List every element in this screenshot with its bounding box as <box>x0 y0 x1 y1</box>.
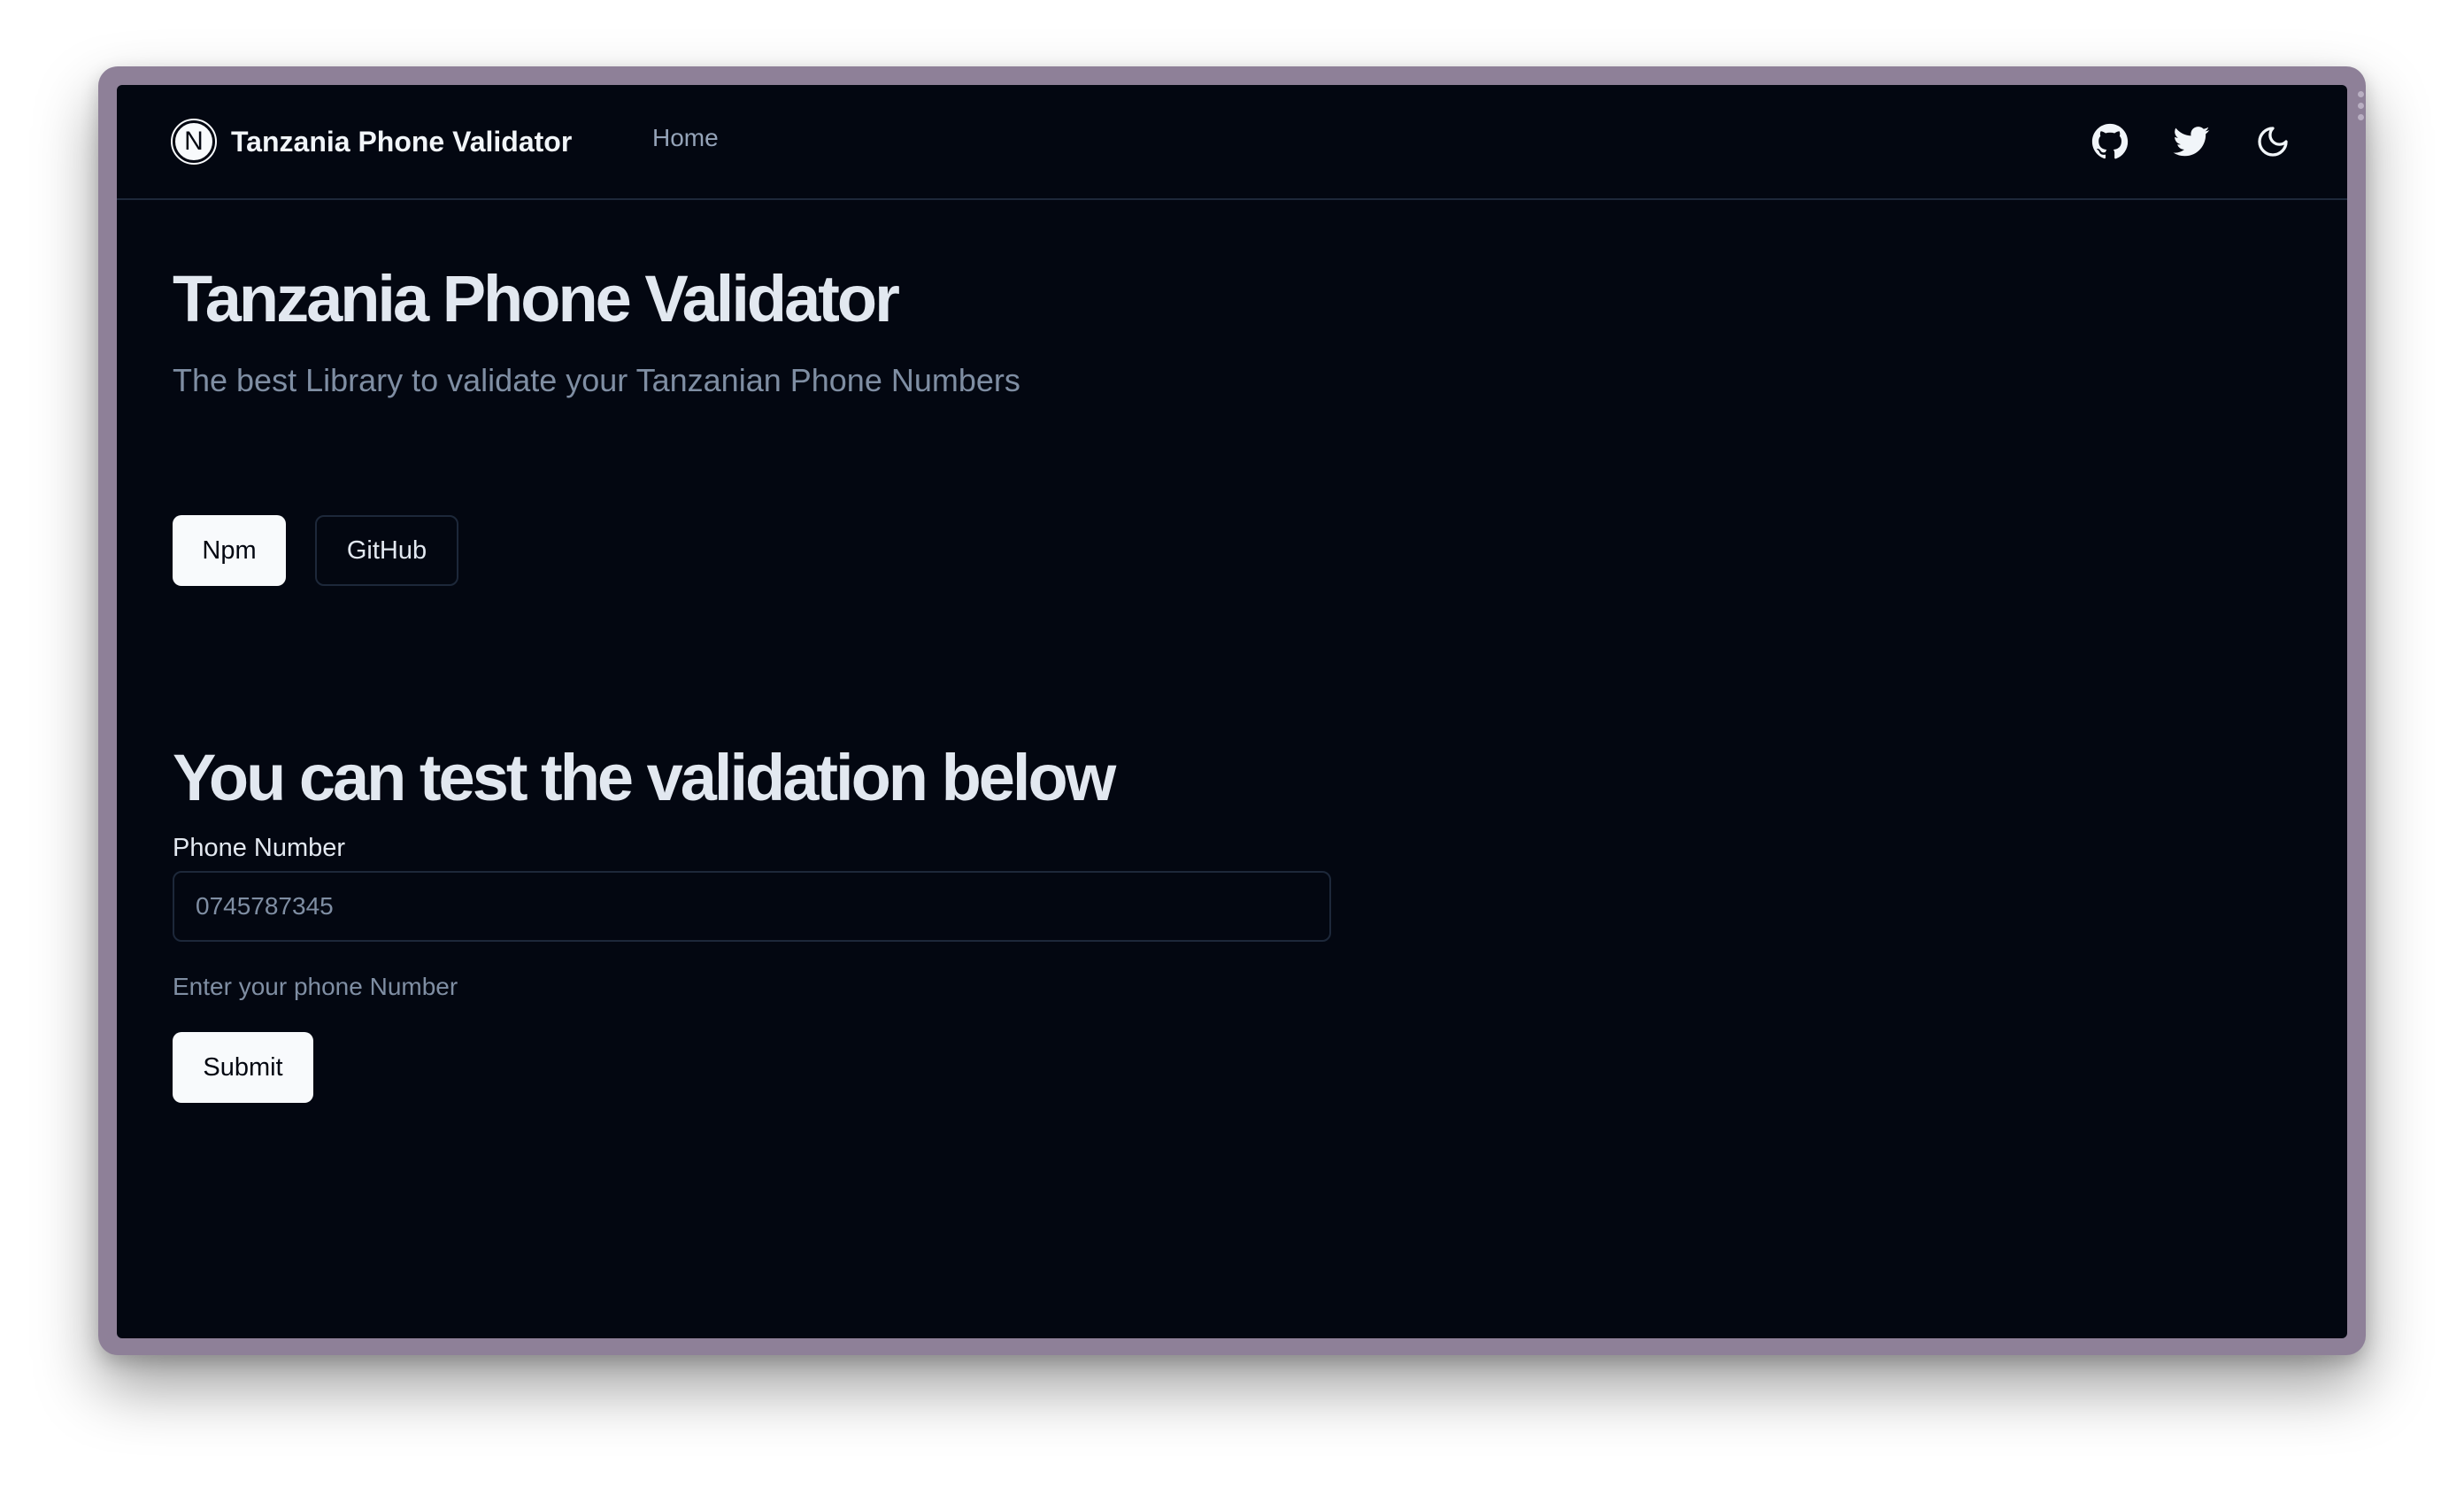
top-navbar: N Tanzania Phone Validator Home <box>117 85 2347 200</box>
app-screen: N Tanzania Phone Validator Home Tanzania… <box>117 85 2347 1338</box>
phone-number-input[interactable] <box>173 871 1331 942</box>
hero-title: Tanzania Phone Validator <box>173 262 900 335</box>
logo-icon: N <box>171 119 217 165</box>
nav-icon-group <box>2089 120 2294 163</box>
submit-button[interactable]: Submit <box>173 1032 313 1103</box>
npm-button[interactable]: Npm <box>173 515 286 586</box>
twitter-icon[interactable] <box>2170 120 2213 163</box>
brand-title: Tanzania Phone Validator <box>231 125 573 158</box>
phone-number-help-text: Enter your phone Number <box>173 973 458 1000</box>
frame-drag-handle[interactable] <box>2357 91 2364 120</box>
phone-number-label: Phone Number <box>173 834 346 862</box>
hero-subtitle: The best Library to validate your Tanzan… <box>173 362 1020 398</box>
nav-link-home[interactable]: Home <box>652 124 719 152</box>
moon-icon[interactable] <box>2252 120 2294 163</box>
brand-link[interactable]: N Tanzania Phone Validator <box>171 119 573 165</box>
section-title: You can test the validation below <box>173 741 1116 814</box>
github-button[interactable]: GitHub <box>315 515 458 586</box>
github-icon[interactable] <box>2089 120 2131 163</box>
device-frame: N Tanzania Phone Validator Home Tanzania… <box>98 66 2366 1355</box>
